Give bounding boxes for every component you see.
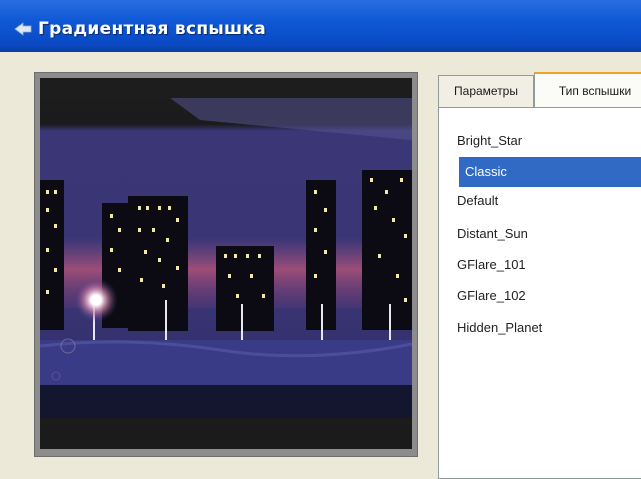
list-item-default[interactable]: Default xyxy=(457,186,641,216)
tab-flare-type[interactable]: Тип вспышки xyxy=(534,72,641,108)
list-item-hidden-planet[interactable]: Hidden_Planet xyxy=(457,313,641,343)
flare-type-list[interactable]: Bright_Star Classic Default Distant_Sun … xyxy=(438,107,641,479)
list-item-bright-star[interactable]: Bright_Star xyxy=(457,126,641,156)
list-item-classic[interactable]: Classic xyxy=(459,157,641,187)
list-item-gflare-101[interactable]: GFlare_101 xyxy=(457,250,641,280)
tab-parameters[interactable]: Параметры xyxy=(438,75,534,107)
list-item-gflare-102[interactable]: GFlare_102 xyxy=(457,281,641,311)
flare-preview-image xyxy=(40,78,412,449)
list-item-distant-sun[interactable]: Distant_Sun xyxy=(457,219,641,249)
window-app-icon xyxy=(14,22,32,36)
window-title: Градиентная вспышка xyxy=(38,19,267,39)
preview-frame xyxy=(34,72,418,457)
window-titlebar[interactable]: Градиентная вспышка xyxy=(0,0,641,52)
